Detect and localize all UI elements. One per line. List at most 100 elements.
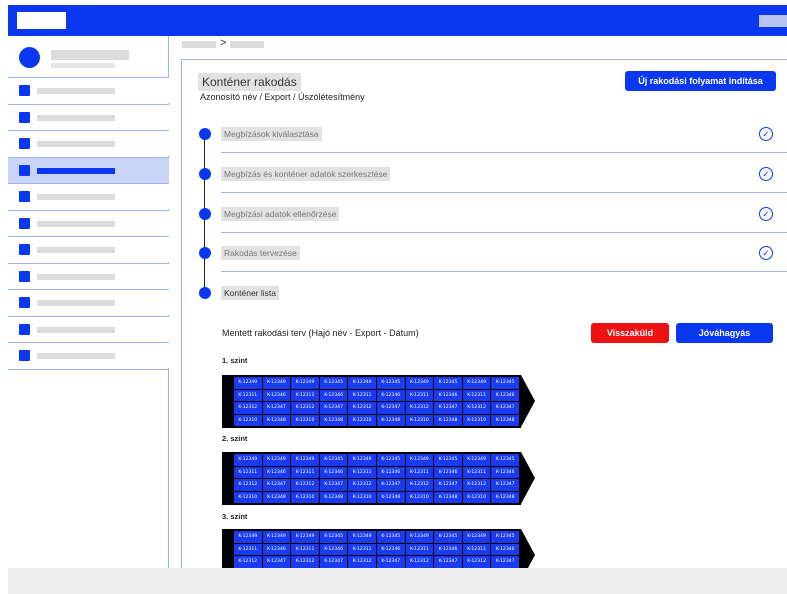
container-cell[interactable]: K-12312 — [462, 556, 491, 568]
container-cell[interactable]: K-12312 — [462, 479, 491, 491]
container-cell[interactable]: K-12311 — [348, 389, 376, 401]
container-cell[interactable]: K-12312 — [405, 479, 434, 491]
container-cell[interactable]: K-12349 — [262, 454, 291, 466]
container-cell[interactable]: K-12312 — [234, 556, 262, 568]
container-cell[interactable]: K-12346 — [319, 543, 348, 555]
container-cell[interactable]: K-12349 — [348, 531, 376, 543]
container-cell[interactable]: K-12345 — [491, 531, 519, 543]
container-cell[interactable]: K-12349 — [291, 377, 319, 389]
container-cell[interactable]: K-12312 — [234, 402, 262, 414]
sidebar-item-6[interactable] — [8, 209, 169, 236]
container-cell[interactable]: K-12348 — [491, 414, 519, 426]
container-cell[interactable]: K-12349 — [234, 454, 262, 466]
container-cell[interactable]: K-12347 — [434, 402, 462, 414]
container-cell[interactable]: K-12310 — [348, 414, 376, 426]
container-cell[interactable]: K-12345 — [434, 454, 462, 466]
container-cell[interactable]: K-12347 — [319, 556, 348, 568]
container-cell[interactable]: K-12347 — [434, 556, 462, 568]
container-cell[interactable]: K-12345 — [319, 531, 348, 543]
container-cell[interactable]: K-12349 — [262, 377, 291, 389]
container-cell[interactable]: K-12346 — [491, 543, 519, 555]
container-cell[interactable]: K-12345 — [319, 454, 348, 466]
container-cell[interactable]: K-12311 — [234, 466, 262, 478]
container-cell[interactable]: K-12310 — [462, 414, 491, 426]
container-cell[interactable]: K-12347 — [491, 479, 519, 491]
container-cell[interactable]: K-12310 — [291, 414, 319, 426]
container-cell[interactable]: K-12346 — [491, 389, 519, 401]
container-cell[interactable]: K-12347 — [319, 402, 348, 414]
container-cell[interactable]: K-12347 — [262, 402, 291, 414]
container-cell[interactable]: K-12349 — [262, 531, 291, 543]
container-cell[interactable]: K-12345 — [491, 454, 519, 466]
container-cell[interactable]: K-12346 — [262, 389, 291, 401]
container-cell[interactable]: K-12349 — [462, 531, 491, 543]
step-label[interactable]: Megbízás és konténer adatok szerkesztése — [221, 167, 391, 181]
container-cell[interactable]: K-12311 — [405, 466, 434, 478]
sidebar-item-1[interactable] — [8, 77, 169, 103]
container-cell[interactable]: K-12347 — [491, 402, 519, 414]
step-label[interactable]: Megbízások kiválasztása — [221, 127, 322, 141]
container-cell[interactable]: K-12311 — [405, 389, 434, 401]
container-cell[interactable]: K-12311 — [291, 543, 319, 555]
container-cell[interactable]: K-12348 — [377, 491, 405, 503]
container-cell[interactable]: K-12349 — [348, 454, 376, 466]
sidebar-item-4[interactable] — [8, 156, 169, 183]
container-cell[interactable]: K-12347 — [377, 556, 405, 568]
step-label[interactable]: Konténer lista — [221, 286, 279, 300]
container-cell[interactable]: K-12311 — [405, 543, 434, 555]
sidebar-item-8[interactable] — [8, 262, 169, 289]
container-cell[interactable]: K-12311 — [234, 389, 262, 401]
container-cell[interactable]: K-12345 — [377, 531, 405, 543]
container-cell[interactable]: K-12311 — [348, 543, 376, 555]
container-cell[interactable]: K-12311 — [291, 466, 319, 478]
container-cell[interactable]: K-12346 — [262, 466, 291, 478]
sidebar-item-11[interactable] — [8, 342, 169, 368]
container-cell[interactable]: K-12312 — [348, 479, 376, 491]
container-cell[interactable]: K-12312 — [234, 479, 262, 491]
user-menu-placeholder[interactable] — [759, 15, 787, 27]
container-cell[interactable]: K-12311 — [462, 466, 491, 478]
container-cell[interactable]: K-12346 — [377, 466, 405, 478]
container-cell[interactable]: K-12347 — [262, 479, 291, 491]
container-cell[interactable]: K-12310 — [462, 491, 491, 503]
breadcrumb-item-2[interactable] — [230, 41, 264, 48]
container-cell[interactable]: K-12349 — [291, 531, 319, 543]
sidebar-item-2[interactable] — [8, 103, 169, 130]
container-cell[interactable]: K-12348 — [491, 491, 519, 503]
new-loading-process-button[interactable]: Új rakodási folyamat indítása — [625, 71, 776, 91]
container-cell[interactable]: K-12346 — [434, 543, 462, 555]
container-cell[interactable]: K-12345 — [434, 531, 462, 543]
container-cell[interactable]: K-12345 — [377, 377, 405, 389]
container-cell[interactable]: K-12312 — [405, 402, 434, 414]
container-cell[interactable]: K-12347 — [491, 556, 519, 568]
container-cell[interactable]: K-12310 — [291, 491, 319, 503]
container-cell[interactable]: K-12347 — [377, 402, 405, 414]
container-cell[interactable]: K-12311 — [291, 389, 319, 401]
container-cell[interactable]: K-12348 — [434, 414, 462, 426]
sidebar-item-5[interactable] — [8, 183, 169, 209]
container-cell[interactable]: K-12347 — [262, 556, 291, 568]
logo-placeholder[interactable] — [17, 12, 66, 29]
container-cell[interactable]: K-12349 — [405, 454, 434, 466]
step-label[interactable]: Megbízási adatok ellenőrzése — [221, 207, 340, 221]
container-cell[interactable]: K-12310 — [348, 491, 376, 503]
container-cell[interactable]: K-12310 — [234, 414, 262, 426]
container-cell[interactable]: K-12312 — [291, 556, 319, 568]
container-cell[interactable]: K-12348 — [319, 414, 348, 426]
container-cell[interactable]: K-12346 — [434, 466, 462, 478]
container-cell[interactable]: K-12345 — [319, 377, 348, 389]
container-cell[interactable]: K-12349 — [405, 531, 434, 543]
sidebar-item-9[interactable] — [8, 289, 169, 315]
container-cell[interactable]: K-12311 — [462, 543, 491, 555]
container-cell[interactable]: K-12346 — [319, 466, 348, 478]
sidebar-item-7[interactable] — [8, 236, 169, 262]
container-cell[interactable]: K-12346 — [262, 543, 291, 555]
container-cell[interactable]: K-12349 — [462, 454, 491, 466]
sidebar-item-3[interactable] — [8, 130, 169, 156]
container-cell[interactable]: K-12347 — [377, 479, 405, 491]
container-cell[interactable]: K-12312 — [348, 556, 376, 568]
container-cell[interactable]: K-12312 — [291, 479, 319, 491]
container-cell[interactable]: K-12346 — [491, 466, 519, 478]
container-cell[interactable]: K-12346 — [377, 543, 405, 555]
container-cell[interactable]: K-12312 — [405, 556, 434, 568]
